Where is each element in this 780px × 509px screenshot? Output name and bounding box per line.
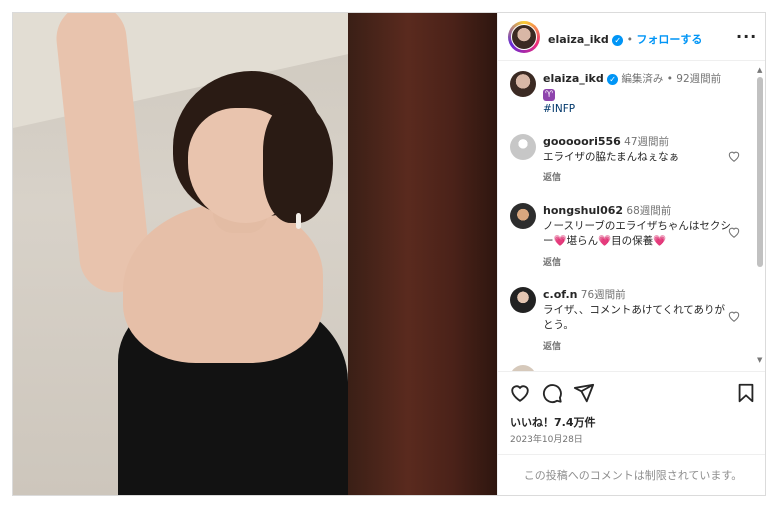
caption-avatar[interactable]: [510, 71, 536, 97]
caption-username[interactable]: elaiza_ikd: [543, 72, 604, 85]
comment-avatar-default[interactable]: [510, 134, 536, 160]
comments-restricted-notice: この投稿へのコメントは制限されています。: [498, 454, 765, 495]
author-username[interactable]: elaiza_ikd: [548, 33, 609, 46]
comment-username[interactable]: hongshul062: [543, 204, 623, 217]
post-photo[interactable]: [13, 13, 497, 495]
caption-time: 92週間前: [676, 73, 722, 85]
post-actions: いいね！7.4万件 2023年10月28日: [498, 371, 765, 451]
likes-count[interactable]: いいね！7.4万件: [510, 414, 596, 430]
comments-list[interactable]: elaiza_ikd ✓ 編集済み • 92週間前 ♈ #INFP gooooo…: [498, 61, 765, 371]
post-header: elaiza_ikd ✓ • フォローする ···: [498, 13, 765, 61]
comment-heart-icon[interactable]: [727, 149, 741, 163]
instagram-post-embed: elaiza_ikd ✓ • フォローする ··· elaiza_ikd ✓ 編…: [12, 12, 766, 496]
comment-heart-icon[interactable]: [727, 309, 741, 323]
verified-badge-icon: ✓: [607, 73, 619, 85]
share-icon[interactable]: [573, 382, 595, 404]
photo-hair-side: [263, 103, 333, 223]
post-date[interactable]: 2023年10月28日: [510, 432, 583, 445]
comment-avatar[interactable]: [510, 203, 536, 229]
scroll-down-icon[interactable]: ▼: [757, 356, 762, 364]
caption-hashtag[interactable]: #INFP: [543, 103, 575, 115]
reply-button[interactable]: 返信: [543, 255, 561, 268]
heart-icon[interactable]: [509, 382, 531, 404]
comment-heart-icon[interactable]: [727, 225, 741, 239]
verified-badge-icon: ✓: [612, 34, 624, 46]
comment-text: ノースリーブのエライザちゃんはセクシー💗堪らん💗目の保養💗: [543, 220, 731, 247]
comment-avatar[interactable]: [510, 287, 536, 313]
follow-button[interactable]: フォローする: [636, 33, 702, 46]
comment-time: 68週間前: [626, 205, 672, 217]
photo-curtain: [348, 13, 497, 495]
comment-username[interactable]: c.of.n: [543, 288, 577, 301]
comment-time: 47週間前: [624, 136, 670, 148]
comment-username[interactable]: gooooori556: [543, 135, 621, 148]
author-avatar[interactable]: [508, 21, 540, 53]
comment-icon[interactable]: [541, 382, 563, 404]
caption-aries-emoji: ♈: [543, 89, 556, 101]
bookmark-icon[interactable]: [735, 382, 757, 404]
more-options-icon[interactable]: ···: [736, 27, 757, 46]
reply-button[interactable]: 返信: [543, 339, 561, 352]
reply-button[interactable]: 返信: [543, 170, 561, 183]
post-side-panel: elaiza_ikd ✓ • フォローする ··· elaiza_ikd ✓ 編…: [497, 13, 765, 495]
scrollbar-thumb[interactable]: [757, 77, 763, 267]
comment-text: エライザの脇たまんねぇなぁ: [543, 151, 680, 163]
header-separator: •: [626, 34, 633, 46]
caption-edited: 編集済み: [621, 73, 664, 85]
author-info: elaiza_ikd ✓ • フォローする: [548, 31, 702, 47]
comment-time: 76週間前: [580, 289, 626, 301]
photo-earring: [296, 213, 301, 229]
scroll-up-icon[interactable]: ▲: [757, 66, 762, 74]
comment-text: ライザ、、コメントあけてくれてありがとう。: [543, 304, 725, 331]
